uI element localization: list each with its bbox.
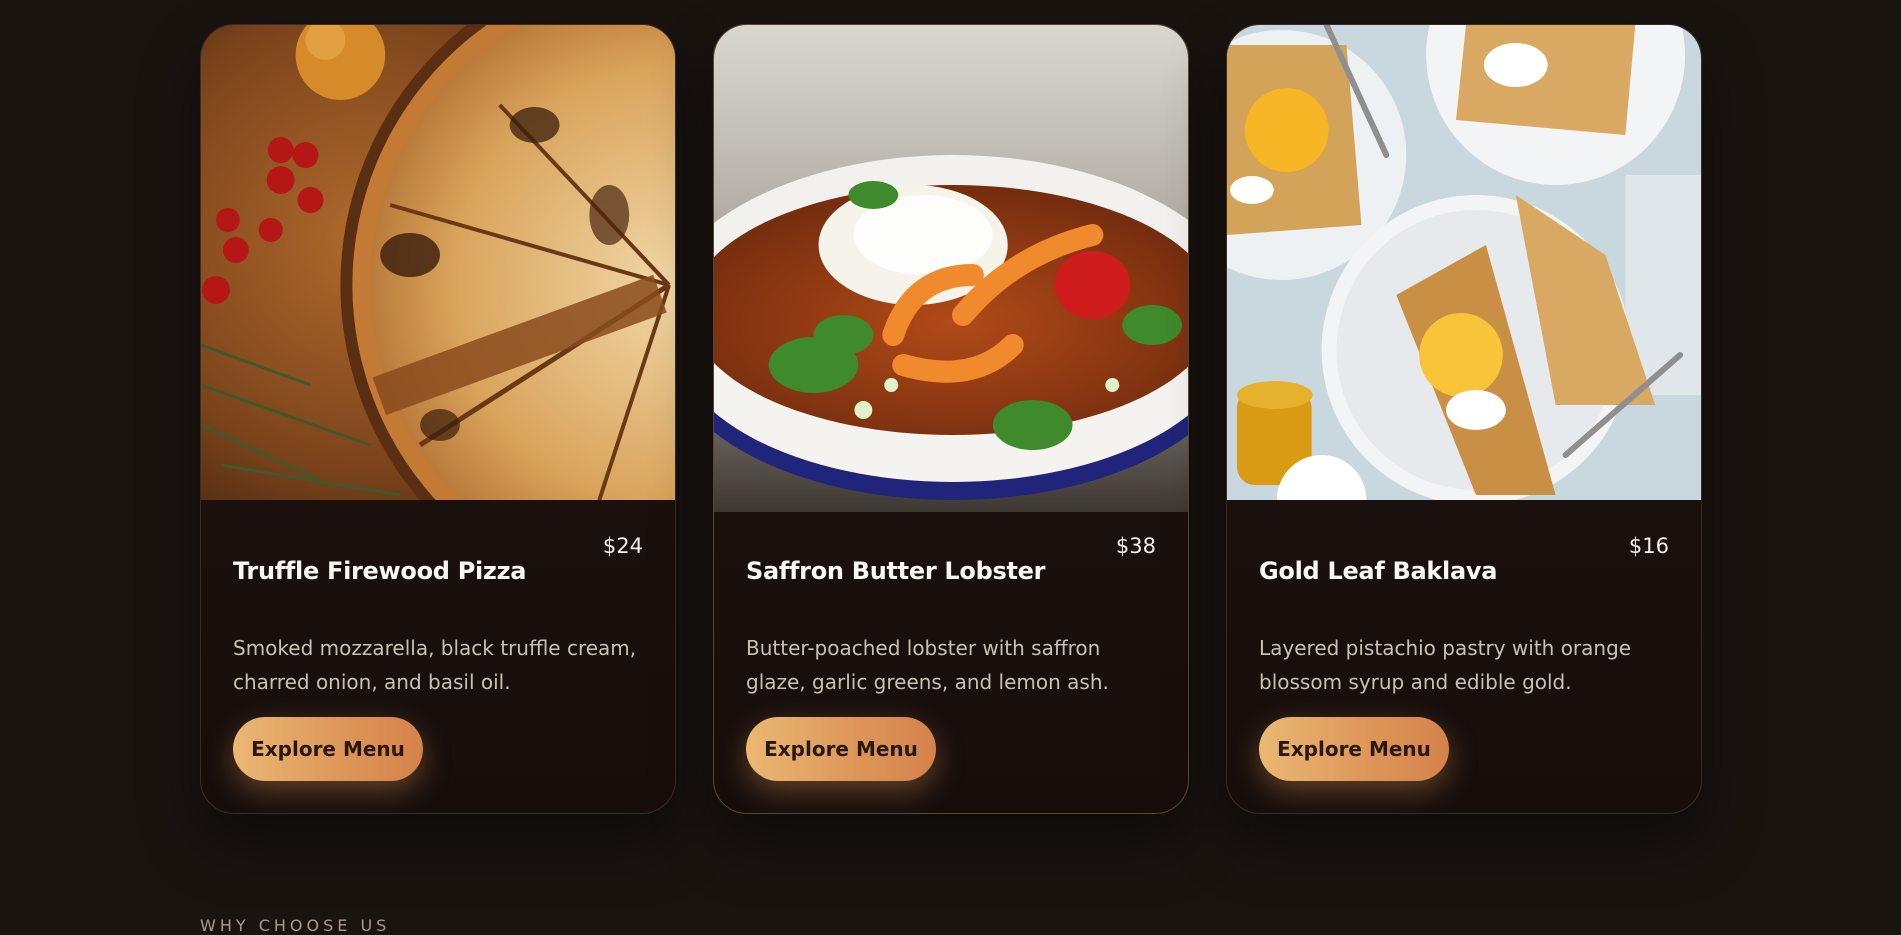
- menu-card-pizza: $24 Truffle Firewood Pizza Smoked mozzar…: [200, 24, 676, 814]
- menu-card-baklava: $16 Gold Leaf Baklava Layered pistachio …: [1226, 24, 1702, 814]
- pizza-photo: [201, 25, 675, 500]
- card-description: Butter-poached lobster with saffron glaz…: [746, 636, 1109, 694]
- crepes-photo: [1227, 25, 1701, 500]
- card-title: Truffle Firewood Pizza: [233, 557, 527, 585]
- section-eyebrow: WHY CHOOSE US: [200, 916, 391, 935]
- card-description: Layered pistachio pastry with orange blo…: [1259, 636, 1632, 694]
- price-label: $16: [1628, 534, 1669, 558]
- price-label: $38: [1115, 534, 1156, 558]
- explore-menu-button[interactable]: Explore Menu: [746, 717, 936, 781]
- lobster-bowl-photo: [714, 25, 1188, 512]
- menu-cards: $24 Truffle Firewood Pizza Smoked mozzar…: [200, 24, 1702, 814]
- explore-menu-button[interactable]: Explore Menu: [1259, 717, 1449, 781]
- card-title: Gold Leaf Baklava: [1259, 557, 1498, 585]
- menu-card-lobster: $38 Saffron Butter Lobster Butter-poache…: [713, 24, 1189, 814]
- explore-menu-button[interactable]: Explore Menu: [233, 717, 423, 781]
- card-description: Smoked mozzarella, black truffle cream, …: [233, 636, 637, 694]
- card-title: Saffron Butter Lobster: [746, 557, 1046, 585]
- price-label: $24: [602, 534, 643, 558]
